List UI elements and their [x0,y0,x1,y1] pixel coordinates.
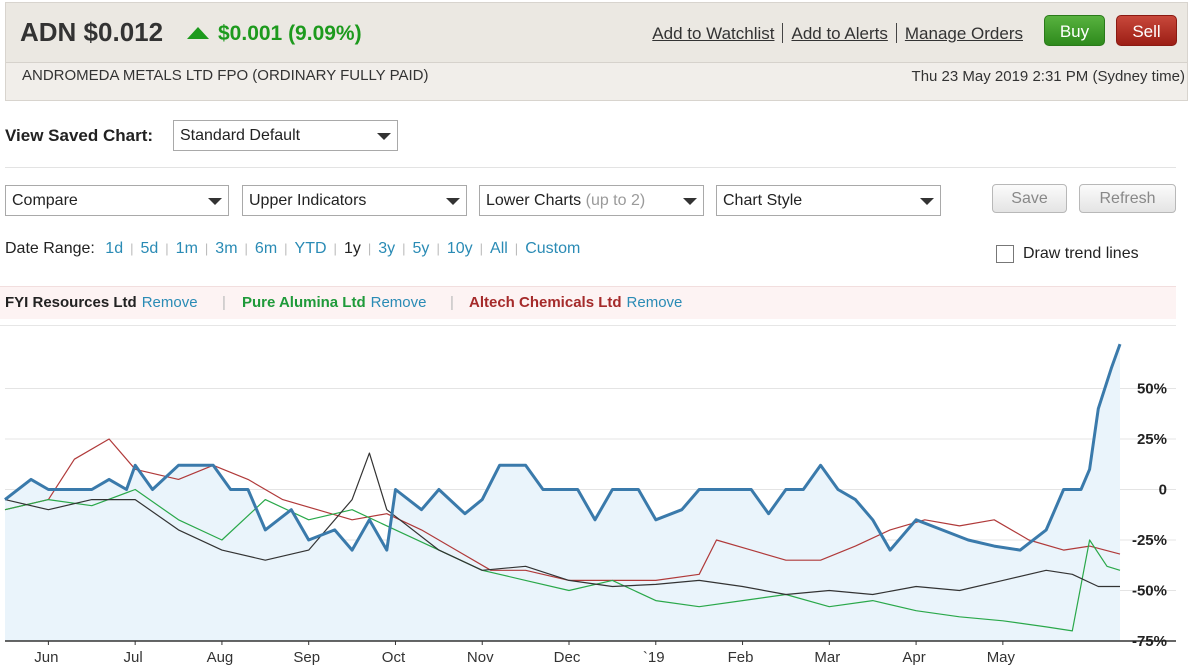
y-tick-label: -75% [1132,633,1167,650]
lower-charts-select[interactable]: Lower Charts (up to 2) [479,185,704,216]
quote-header: ADN $0.012 $0.001 (9.09%) Add to Watchli… [5,2,1188,101]
saved-chart-value: Standard Default [180,127,301,144]
separator: | [244,241,248,256]
x-tick-label: Apr [902,649,925,666]
compare-item-name: Pure Alumina Ltd [242,294,366,311]
draw-trend-lines-label: Draw trend lines [1023,245,1139,262]
divider [5,167,1176,168]
date-range-option-3y[interactable]: 3y [378,240,395,257]
x-tick-label: Feb [728,649,754,666]
compare-item: Altech Chemicals Ltd Remove [469,294,682,311]
company-name: ANDROMEDA METALS LTD FPO (ORDINARY FULLY… [22,67,429,84]
x-tick-label: Sep [293,649,320,666]
chart-style-select[interactable]: Chart Style [716,185,941,216]
chart-style-label: Chart Style [723,192,803,209]
date-range-option-3m[interactable]: 3m [215,240,237,257]
separator: | [284,241,288,256]
separator: | [367,241,372,256]
compare-item: Pure Alumina Ltd Remove [242,294,426,311]
separator: | [402,241,406,256]
x-tick-label: Jul [124,649,143,666]
compare-list: FYI Resources Ltd Remove | Pure Alumina L… [0,286,1176,319]
date-range-option-ytd[interactable]: YTD [295,240,327,257]
x-tick-label: Mar [814,649,840,666]
chevron-down-icon [369,121,397,150]
lower-charts-label: Lower Charts [486,192,582,209]
date-range-option-all[interactable]: All [490,240,508,257]
separator: | [333,241,337,256]
header-links: Add to Watchlist Add to Alerts Manage Orde… [652,23,1023,44]
manage-orders-link[interactable]: Manage Orders [905,24,1023,43]
date-range-option-5y[interactable]: 5y [413,240,430,257]
separator: | [450,294,454,311]
date-range-label: Date Range: [5,240,95,257]
x-tick-label: Nov [467,649,494,666]
compare-label: Compare [12,192,78,209]
date-range-option-1m[interactable]: 1m [176,240,198,257]
chevron-down-icon [912,186,940,215]
buy-button[interactable]: Buy [1044,15,1105,46]
chevron-down-icon [438,186,466,215]
quote-datetime: Thu 23 May 2019 2:31 PM (Sydney time) [911,68,1185,85]
compare-item-name: Altech Chemicals Ltd [469,294,622,311]
x-tick-label: Oct [382,649,406,666]
separator: | [436,241,440,256]
separator: | [514,241,519,256]
y-tick-label: 25% [1137,431,1167,448]
add-to-watchlist-link[interactable]: Add to Watchlist [652,24,774,43]
date-range-option-6m[interactable]: 6m [255,240,277,257]
date-range-option-1y[interactable]: 1y [344,240,361,257]
date-range-selector: Date Range: 1d | 5d | 1m | 3m | 6m | YTD | 1y | 3y | 5y |… [5,240,580,258]
sell-button[interactable]: Sell [1116,15,1177,46]
compare-item-name: FYI Resources Ltd [5,294,137,311]
x-tick-label: Aug [207,649,234,666]
price-chart[interactable]: 50% 25% 0 -25% -50% -75% Jun Jul Aug Sep Oct Nov Dec… [0,325,1180,666]
y-tick-label: 50% [1137,381,1167,398]
up-arrow-icon [187,27,209,39]
ticker-price: ADN $0.012 [20,17,164,47]
y-tick-label: 0 [1159,482,1167,499]
refresh-button[interactable]: Refresh [1079,184,1176,213]
draw-trend-lines-checkbox[interactable] [996,245,1014,263]
y-tick-label: -25% [1132,532,1167,549]
remove-link[interactable]: Remove [627,294,683,311]
y-tick-label: -50% [1132,583,1167,600]
date-range-option-10y[interactable]: 10y [447,240,473,257]
upper-indicators-label: Upper Indicators [249,192,367,209]
separator: | [130,241,134,256]
x-tick-label: Dec [554,649,581,666]
saved-chart-label: View Saved Chart: [5,126,154,145]
compare-select[interactable]: Compare [5,185,229,216]
x-tick-label: May [987,649,1016,666]
separator: | [204,241,209,256]
x-tick-label: `19 [643,649,665,666]
link-divider [782,23,784,43]
saved-chart-select[interactable]: Standard Default [173,120,398,151]
separator: | [222,294,226,311]
date-range-option-1d[interactable]: 1d [105,240,123,257]
chevron-down-icon [675,186,703,215]
add-to-alerts-link[interactable]: Add to Alerts [791,24,887,43]
compare-item: FYI Resources Ltd Remove [5,294,198,311]
chevron-down-icon [200,186,228,215]
separator: | [165,241,169,256]
date-range-option-5d[interactable]: 5d [140,240,158,257]
compare-item: | [222,294,226,311]
remove-link[interactable]: Remove [142,294,198,311]
x-tick-label: Jun [34,649,58,666]
link-divider [895,23,897,43]
compare-item: | [450,294,454,311]
remove-link[interactable]: Remove [371,294,427,311]
date-range-options: 1d | 5d | 1m | 3m | 6m | YTD | 1y | 3y | 5y | 10y | All | Cust… [99,240,580,257]
price-change: $0.001 (9.09%) [218,22,362,45]
upper-indicators-select[interactable]: Upper Indicators [242,185,467,216]
separator: | [479,241,484,256]
date-range-option-custom[interactable]: Custom [525,240,580,257]
save-button[interactable]: Save [992,184,1067,213]
lower-charts-hint: (up to 2) [585,192,646,209]
